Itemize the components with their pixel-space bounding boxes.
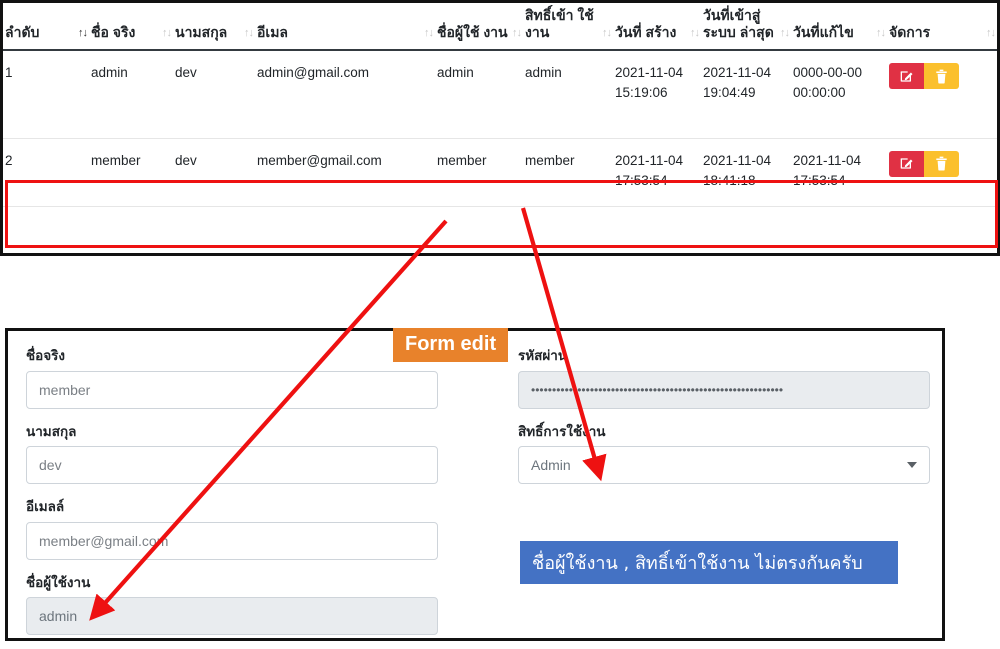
column-header-updated[interactable]: วันที่แก้ไข ↑↓ (791, 3, 887, 52)
chevron-down-icon (907, 462, 917, 469)
edit-button[interactable] (889, 63, 924, 90)
delete-button[interactable] (924, 63, 959, 90)
sort-updown-icon[interactable]: ↑↓ (244, 28, 254, 39)
column-label: สิทธิ์เข้า ใช้งาน (525, 7, 594, 41)
column-label: วันที่เข้าสู่ ระบบ ล่าสุด (703, 7, 774, 41)
column-label: วันที่แก้ไข (793, 24, 854, 41)
sort-updown-icon[interactable]: ↑↓ (690, 28, 700, 39)
cell-firstname: admin (89, 50, 173, 139)
field-label: นามสกุล (26, 423, 77, 439)
field-email: อีเมลล์ member@gmail.com (26, 498, 438, 560)
validation-alert: ชื่อผู้ใช้งาน , สิทธิ์เข้าใช้งาน ไม่ตรงก… (520, 541, 898, 584)
pencil-square-icon (900, 71, 913, 82)
column-label: อีเมล (257, 24, 289, 41)
trash-icon (936, 69, 947, 84)
column-label: วันที่ สร้าง (615, 24, 677, 41)
field-lastname: นามสกุล dev (26, 423, 438, 485)
cell-updated: 0000-00-00 00:00:00 (791, 50, 887, 139)
sort-updown-icon[interactable]: ↑↓ (512, 28, 522, 39)
column-label: นามสกุล (175, 24, 228, 41)
column-label: ลำดับ (5, 24, 40, 41)
field-label: อีเมลล์ (26, 499, 65, 515)
cell-firstname: member (89, 138, 173, 207)
password-field[interactable]: ••••••••••••••••••••••••••••••••••••••••… (518, 370, 930, 409)
firstname-field[interactable]: member (26, 370, 438, 409)
cell-username: admin (435, 50, 523, 139)
sort-updown-icon[interactable]: ↑↓ (162, 28, 172, 39)
cell-role: admin (523, 50, 613, 139)
field-password: รหัสผ่าน •••••••••••••••••••••••••••••••… (518, 347, 930, 409)
screenshot-root: ลำดับ ↑↓ ชื่อ จริง ↑↓ นามสกุล ↑↓ อีเมล ↑… (0, 0, 1000, 648)
column-header-order[interactable]: ลำดับ ↑↓ (3, 3, 89, 52)
column-label: ชื่อ จริง (91, 24, 136, 41)
column-header-lastname[interactable]: นามสกุล ↑↓ (173, 3, 255, 52)
cell-order: 2 (3, 138, 89, 207)
delete-button[interactable] (924, 150, 959, 177)
cell-created: 2021-11-04 15:19:06 (613, 50, 701, 139)
role-select-value: Admin (531, 457, 571, 474)
form-edit-tag: Form edit (393, 328, 509, 362)
column-label: ชื่อผู้ใช้ งาน (437, 24, 508, 41)
table-header: ลำดับ ↑↓ ชื่อ จริง ↑↓ นามสกุล ↑↓ อีเมล ↑… (3, 3, 997, 52)
field-firstname: ชื่อจริง member (26, 347, 438, 409)
form-column-right: รหัสผ่าน •••••••••••••••••••••••••••••••… (518, 347, 930, 498)
users-table-panel: ลำดับ ↑↓ ชื่อ จริง ↑↓ นามสกุล ↑↓ อีเมล ↑… (0, 0, 1000, 256)
table-row[interactable]: 1 admin dev admin@gmail.com admin admin … (3, 50, 997, 139)
sort-updown-icon[interactable]: ↑↓ (986, 28, 996, 39)
field-label: รหัสผ่าน (518, 348, 568, 363)
table-row[interactable]: 2 member dev member@gmail.com member mem… (3, 138, 997, 207)
sort-updown-icon[interactable]: ↑↓ (780, 28, 790, 39)
edit-button[interactable] (889, 150, 924, 177)
cell-email: admin@gmail.com (255, 50, 435, 139)
cell-username: member (435, 138, 523, 207)
cell-updated: 2021-11-04 17:53:54 (791, 138, 887, 207)
cell-actions (887, 138, 997, 207)
trash-icon (936, 156, 947, 171)
sort-updown-icon[interactable]: ↑↓ (602, 28, 612, 39)
cell-created: 2021-11-04 17:53:54 (613, 138, 701, 207)
column-header-email[interactable]: อีเมล ↑↓ (255, 3, 435, 52)
row-action-group (889, 150, 995, 177)
column-header-created[interactable]: วันที่ สร้าง ↑↓ (613, 3, 701, 52)
cell-email: member@gmail.com (255, 138, 435, 207)
field-label: ชื่อผู้ใช้งาน (26, 574, 91, 590)
column-header-username[interactable]: ชื่อผู้ใช้ งาน ↑↓ (435, 3, 523, 52)
username-field[interactable]: admin (26, 597, 438, 636)
table-body: 1 admin dev admin@gmail.com admin admin … (3, 50, 997, 207)
cell-last-login: 2021-11-04 18:41:18 (701, 138, 791, 207)
column-header-last-login[interactable]: วันที่เข้าสู่ ระบบ ล่าสุด ↑↓ (701, 3, 791, 52)
cell-order: 1 (3, 50, 89, 139)
sort-updown-icon[interactable]: ↑↓ (424, 28, 434, 39)
form-grid: ชื่อจริง member นามสกุล dev อีเมลล์ memb… (8, 331, 942, 638)
field-label: ชื่อจริง (26, 348, 66, 363)
cell-last-login: 2021-11-04 19:04:49 (701, 50, 791, 139)
email-field[interactable]: member@gmail.com (26, 521, 438, 560)
lastname-field[interactable]: dev (26, 446, 438, 485)
role-select[interactable]: Admin (518, 446, 930, 485)
row-action-group (889, 63, 995, 90)
table-header-row: ลำดับ ↑↓ ชื่อ จริง ↑↓ นามสกุล ↑↓ อีเมล ↑… (3, 3, 997, 52)
users-table: ลำดับ ↑↓ ชื่อ จริง ↑↓ นามสกุล ↑↓ อีเมล ↑… (3, 3, 997, 207)
cell-role: member (523, 138, 613, 207)
field-username: ชื่อผู้ใช้งาน admin (26, 574, 438, 636)
cell-actions (887, 50, 997, 139)
field-role: สิทธิ์การใช้งาน Admin (518, 423, 930, 485)
sort-updown-icon[interactable]: ↑↓ (78, 28, 88, 39)
cell-lastname: dev (173, 50, 255, 139)
column-header-manage[interactable]: จัดการ ↑↓ (887, 3, 997, 52)
form-edit-panel: ชื่อจริง member นามสกุล dev อีเมลล์ memb… (5, 328, 945, 641)
form-column-left: ชื่อจริง member นามสกุล dev อีเมลล์ memb… (26, 347, 438, 649)
cell-lastname: dev (173, 138, 255, 207)
field-label: สิทธิ์การใช้งาน (518, 423, 606, 439)
column-label: จัดการ (889, 24, 931, 41)
column-header-role[interactable]: สิทธิ์เข้า ใช้งาน ↑↓ (523, 3, 613, 52)
column-header-firstname[interactable]: ชื่อ จริง ↑↓ (89, 3, 173, 52)
pencil-square-icon (900, 158, 913, 169)
sort-updown-icon[interactable]: ↑↓ (876, 28, 886, 39)
